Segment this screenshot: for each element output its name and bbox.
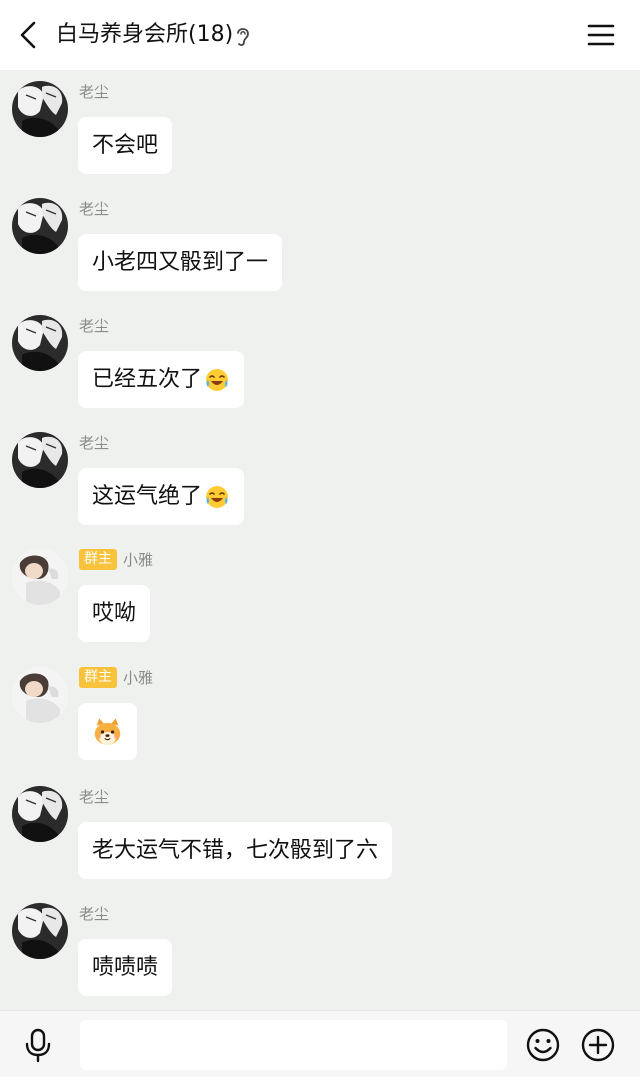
sender-line: 老尘: [79, 81, 109, 101]
message-bubble[interactable]: 老大运气不错，七次骰到了六: [78, 822, 393, 879]
group-owner-badge: 群主: [79, 548, 117, 570]
message-text: 已经五次了: [92, 367, 203, 392]
message-row: 老尘 已经五次了: [0, 304, 640, 421]
message-text: 老大运气不错，七次骰到了六: [92, 838, 379, 863]
avatar[interactable]: [12, 667, 68, 723]
laughing-tears-emoji-icon: [206, 368, 229, 391]
sender-line: 群主 小雅: [79, 666, 154, 688]
avatar[interactable]: [12, 81, 68, 137]
sender-name: 老尘: [79, 787, 110, 806]
avatar[interactable]: [12, 198, 68, 254]
message-text: 不会吧: [92, 133, 159, 158]
chat-title: 白马养身会所(18): [56, 22, 234, 47]
sender-name: 小雅: [123, 550, 154, 569]
message-text: 这运气绝了: [92, 484, 203, 509]
message-text: 小老四又骰到了一: [92, 250, 269, 275]
sender-line: 群主 小雅: [79, 548, 154, 570]
message-row: 老尘 老大运气不错，七次骰到了六: [0, 775, 640, 892]
message-bubble[interactable]: 啧啧啧: [78, 939, 173, 996]
message-bubble[interactable]: 哎呦: [78, 585, 151, 642]
group-owner-badge: 群主: [79, 666, 117, 688]
sender-name: 老尘: [79, 904, 110, 923]
sender-name: 老尘: [79, 316, 110, 335]
sender-line: 老尘: [79, 786, 109, 806]
avatar[interactable]: [12, 786, 68, 842]
message-input[interactable]: [80, 1020, 507, 1070]
back-button[interactable]: [10, 17, 46, 53]
message-text: 哎呦: [92, 601, 137, 626]
smiley-face-icon[interactable]: [525, 1027, 561, 1063]
message-bubble[interactable]: 已经五次了: [78, 351, 245, 408]
sender-line: 老尘: [79, 315, 109, 335]
microphone-icon[interactable]: [20, 1027, 56, 1063]
avatar[interactable]: [12, 903, 68, 959]
chevron-left-icon: [20, 21, 36, 49]
message-bubble[interactable]: 这运气绝了: [78, 468, 245, 525]
message-row: 老尘 这运气绝了: [0, 421, 640, 538]
sender-name: 小雅: [123, 668, 154, 687]
ear-icon[interactable]: [234, 25, 252, 47]
avatar[interactable]: [12, 549, 68, 605]
message-bubble[interactable]: 小老四又骰到了一: [78, 234, 283, 291]
sender-line: 老尘: [79, 903, 109, 923]
chat-screen: 白马养身会所(18) 老尘 不会吧 老尘 小老四又骰到了一 老尘 已经五次了 老…: [0, 0, 640, 1077]
sender-line: 老尘: [79, 198, 109, 218]
sticker-bubble[interactable]: [78, 703, 137, 760]
message-bubble[interactable]: 不会吧: [78, 117, 173, 174]
message-row: 老尘 不会吧: [0, 70, 640, 187]
avatar[interactable]: [12, 432, 68, 488]
message-row: 老尘 啧啧啧: [0, 892, 640, 1009]
chat-header: 白马养身会所(18): [0, 0, 640, 70]
sender-name: 老尘: [79, 433, 110, 452]
message-text: 啧啧啧: [92, 955, 159, 980]
laughing-tears-emoji-icon: [206, 485, 229, 508]
input-bar: [0, 1010, 640, 1077]
avatar[interactable]: [12, 315, 68, 371]
plus-circle-icon[interactable]: [580, 1027, 616, 1063]
sender-line: 老尘: [79, 432, 109, 452]
message-row: 群主 小雅 哎呦: [0, 538, 640, 655]
shiba-dog-emoji-icon: [94, 717, 121, 745]
hamburger-menu-icon[interactable]: [586, 20, 616, 50]
message-row: 群主 小雅: [0, 656, 640, 773]
sender-name: 老尘: [79, 199, 110, 218]
sender-name: 老尘: [79, 82, 110, 101]
message-row: 老尘 小老四又骰到了一: [0, 187, 640, 304]
